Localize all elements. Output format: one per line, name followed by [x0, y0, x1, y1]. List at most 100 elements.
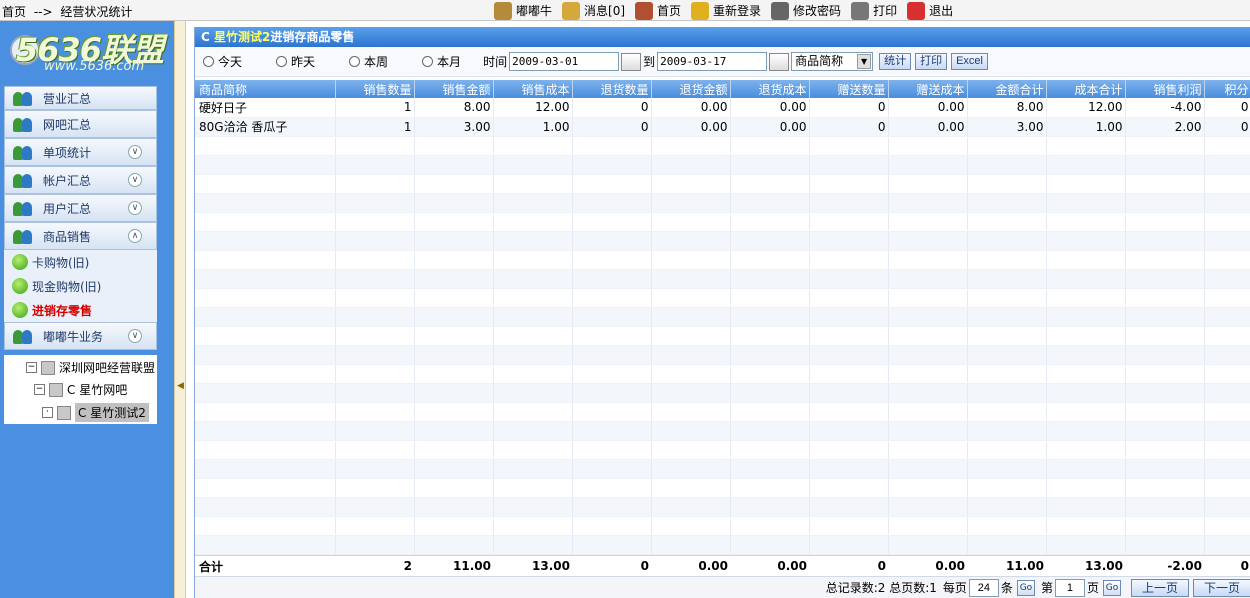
sidebar-item-account-summary[interactable]: 帐户汇总 ∨ [4, 166, 157, 194]
table-cell [888, 345, 968, 365]
table-cell [493, 326, 573, 346]
table-cell [195, 440, 336, 460]
sidebar-item-single-stats[interactable]: 单项统计 ∨ [4, 138, 157, 166]
breadcrumb-home[interactable]: 首页 [2, 5, 26, 19]
tree-node-test[interactable]: · C 星竹测试2 [42, 403, 149, 422]
column-header[interactable]: 销售成本 [493, 80, 573, 98]
date-from-input[interactable] [509, 52, 620, 71]
sidebar-item-dudu-business[interactable]: 嘟嘟牛业务 ∨ [4, 322, 157, 350]
table-cell [335, 402, 415, 422]
column-header[interactable]: 退货成本 [730, 80, 810, 98]
table-cell [335, 288, 415, 308]
main-panel: C 星竹测试2进销存商品零售 今天 昨天 本周 本月 时间 到 商品简称 ▼ 统… [194, 27, 1250, 598]
sidebar-item-netbar-summary[interactable]: 网吧汇总 [4, 110, 157, 138]
top-menu-item[interactable]: 退出 [907, 1, 953, 20]
sort-select[interactable]: 商品简称 ▼ [791, 52, 874, 71]
sidebar-subitem-cash-shopping[interactable]: 现金购物(旧) [4, 274, 157, 298]
table-cell [888, 516, 968, 536]
table-cell [414, 307, 494, 327]
column-header[interactable]: 成本合计 [1046, 80, 1126, 98]
table-cell [414, 250, 494, 270]
collapse-arrow-icon[interactable]: ◀ [177, 381, 184, 391]
chevron-down-icon[interactable]: ∨ [128, 173, 142, 187]
table-cell: -4.00 [1125, 98, 1205, 118]
table-cell [730, 402, 810, 422]
table-cell: 0 [1204, 98, 1250, 118]
top-menu-item[interactable]: 消息[0] [562, 1, 625, 20]
chevron-down-icon[interactable]: ∨ [128, 145, 142, 159]
go-button[interactable]: Go [1016, 579, 1035, 596]
radio-icon[interactable] [349, 56, 361, 67]
table-cell [967, 421, 1047, 441]
per-page-input[interactable] [968, 578, 999, 597]
column-header[interactable]: 退货数量 [572, 80, 652, 98]
column-header[interactable]: 商品简称 [195, 80, 336, 98]
table-cell [493, 516, 573, 536]
sidebar-subitem-card-shopping[interactable]: 卡购物(旧) [4, 250, 157, 274]
chevron-down-icon[interactable]: ∨ [128, 329, 142, 343]
table-cell [195, 307, 336, 327]
tree-node-root[interactable]: − 深圳网吧经营联盟 [26, 359, 155, 376]
top-menu-item[interactable]: 首页 [635, 1, 681, 20]
table-cell [967, 193, 1047, 213]
table-row [195, 326, 1250, 346]
calendar-icon[interactable] [769, 52, 790, 71]
table-cell [1204, 535, 1250, 555]
radio-icon[interactable] [422, 56, 434, 67]
table-row[interactable]: 硬好日子 1 8.00 12.00 0 0.00 0.00 0 0.00 8.00 12.00 -4.… [195, 98, 1250, 118]
column-header[interactable]: 销售数量 [335, 80, 415, 98]
table-cell [1125, 535, 1205, 555]
table-cell [1125, 421, 1205, 441]
page-input[interactable] [1054, 578, 1085, 597]
sidebar-subitem-inventory-retail[interactable]: 进销存零售 [4, 298, 157, 322]
radio-month[interactable]: 本月 [422, 53, 461, 70]
calendar-icon[interactable] [621, 52, 642, 71]
table-row[interactable]: 80G洽洽 香瓜子 1 3.00 1.00 0 0.00 0.00 0 0.00 3.00 1.00… [195, 117, 1250, 137]
table-cell [967, 402, 1047, 422]
top-menu-item[interactable]: 修改密码 [771, 1, 841, 20]
splitter-handle[interactable]: ◀ [174, 21, 186, 598]
column-header[interactable]: 积分 [1204, 80, 1250, 98]
table-cell [809, 136, 889, 156]
table-cell [414, 402, 494, 422]
column-header[interactable]: 赠送成本 [888, 80, 968, 98]
table-row [195, 459, 1250, 479]
sidebar-item-product-sales[interactable]: 商品销售 ∧ [4, 222, 157, 250]
top-menu-item[interactable]: 重新登录 [691, 1, 761, 20]
print-button[interactable]: 打印 [915, 53, 948, 70]
radio-week[interactable]: 本周 [349, 53, 388, 70]
table-cell [888, 174, 968, 194]
date-to-input[interactable] [657, 52, 768, 71]
table-cell [809, 231, 889, 251]
next-page-button[interactable]: 下一页 [1192, 578, 1250, 597]
radio-yesterday[interactable]: 昨天 [276, 53, 315, 70]
radio-today[interactable]: 今天 [203, 53, 242, 70]
top-menu-item[interactable]: 打印 [851, 1, 897, 20]
sidebar-item-business-summary[interactable]: 营业汇总 [4, 86, 157, 110]
radio-icon[interactable] [276, 56, 288, 67]
total-cell: 0.00 [935, 559, 965, 573]
sidebar-item-label: 帐户汇总 [43, 173, 92, 188]
stat-button[interactable]: 统计 [879, 53, 912, 70]
table-cell [493, 136, 573, 156]
table-cell [414, 345, 494, 365]
column-header[interactable]: 销售金额 [414, 80, 494, 98]
column-header[interactable]: 销售利润 [1125, 80, 1205, 98]
chevron-up-icon[interactable]: ∧ [128, 229, 142, 243]
table-cell [1046, 136, 1126, 156]
radio-icon[interactable] [203, 56, 214, 67]
chevron-down-icon[interactable]: ∨ [128, 201, 142, 215]
dropdown-arrow-icon[interactable]: ▼ [857, 54, 872, 69]
go-page-button[interactable]: Go [1102, 579, 1121, 596]
column-header[interactable]: 赠送数量 [809, 80, 889, 98]
collapse-icon[interactable]: − [34, 384, 45, 395]
prev-page-button[interactable]: 上一页 [1130, 578, 1189, 597]
column-header[interactable]: 金额合计 [967, 80, 1047, 98]
sidebar-item-user-summary[interactable]: 用户汇总 ∨ [4, 194, 157, 222]
excel-button[interactable]: Excel [951, 53, 988, 70]
collapse-icon[interactable]: − [26, 362, 37, 373]
column-header[interactable]: 退货金额 [651, 80, 731, 98]
tree-node-netbar[interactable]: − C 星竹网吧 [34, 381, 127, 398]
top-menu-item[interactable]: 嘟嘟牛 [494, 1, 552, 20]
table-cell [335, 345, 415, 365]
